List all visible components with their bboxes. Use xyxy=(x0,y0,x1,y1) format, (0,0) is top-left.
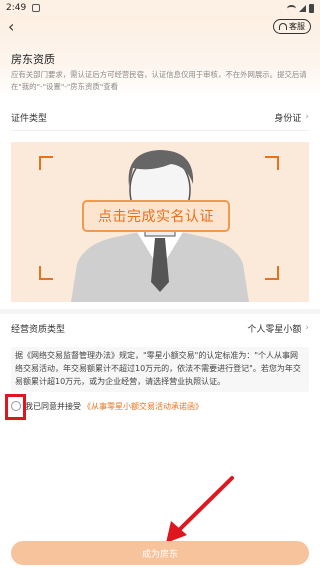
scan-corner xyxy=(39,266,53,280)
scan-corner xyxy=(265,156,279,170)
agreement-prefix: 我已同意并接受 xyxy=(25,401,81,411)
regulation-notice: 据《网络交易监督管理办法》规定，"零星小额交易"的认定标准为："个人从事网络交易… xyxy=(11,347,309,392)
scan-corner xyxy=(39,156,53,170)
real-name-auth-card[interactable]: 点击完成实名认证 xyxy=(11,142,309,302)
customer-service-label: 客服 xyxy=(289,22,305,31)
id-type-label: 证件类型 xyxy=(11,113,48,124)
become-host-button[interactable]: 成为房东 xyxy=(11,541,309,565)
customer-service-button[interactable]: 客服 xyxy=(273,19,311,34)
wifi-icon xyxy=(287,4,296,12)
status-time: 2:49 xyxy=(6,3,27,13)
business-type-label: 经营资质类型 xyxy=(11,324,66,335)
business-type-value: 个人零星小额 xyxy=(247,324,302,335)
page-description: 应有关部门要求，需认证后方可经营民宿，认证信息仅用于审核，不在外网展示。提交后请… xyxy=(11,70,307,91)
business-type-row[interactable]: 经营资质类型 个人零星小额 › xyxy=(11,320,309,336)
page-title: 房东资质 xyxy=(11,53,55,66)
annotation-highlight-box xyxy=(5,394,26,420)
section-separator xyxy=(0,309,320,314)
notification-icon xyxy=(32,4,41,12)
back-icon[interactable]: ‹ xyxy=(8,18,26,36)
commitment-letter-link[interactable]: 《从事零星小额交易活动承诺函》 xyxy=(83,401,203,412)
divider xyxy=(11,130,309,131)
agreement-row: 我已同意并接受 《从事零星小额交易活动承诺函》 xyxy=(10,398,203,414)
headset-icon xyxy=(279,23,287,30)
chevron-right-icon: › xyxy=(305,323,309,333)
chevron-right-icon: › xyxy=(305,112,309,122)
complete-auth-button[interactable]: 点击完成实名认证 xyxy=(82,200,230,232)
battery-icon xyxy=(309,3,314,13)
id-type-value: 身份证 xyxy=(274,113,302,124)
id-type-row[interactable]: 证件类型 身份证 › xyxy=(11,109,309,125)
scan-corner xyxy=(265,266,279,280)
status-bar: 2:49 xyxy=(0,0,320,16)
signal-icon xyxy=(299,4,306,12)
status-icons xyxy=(287,3,314,13)
